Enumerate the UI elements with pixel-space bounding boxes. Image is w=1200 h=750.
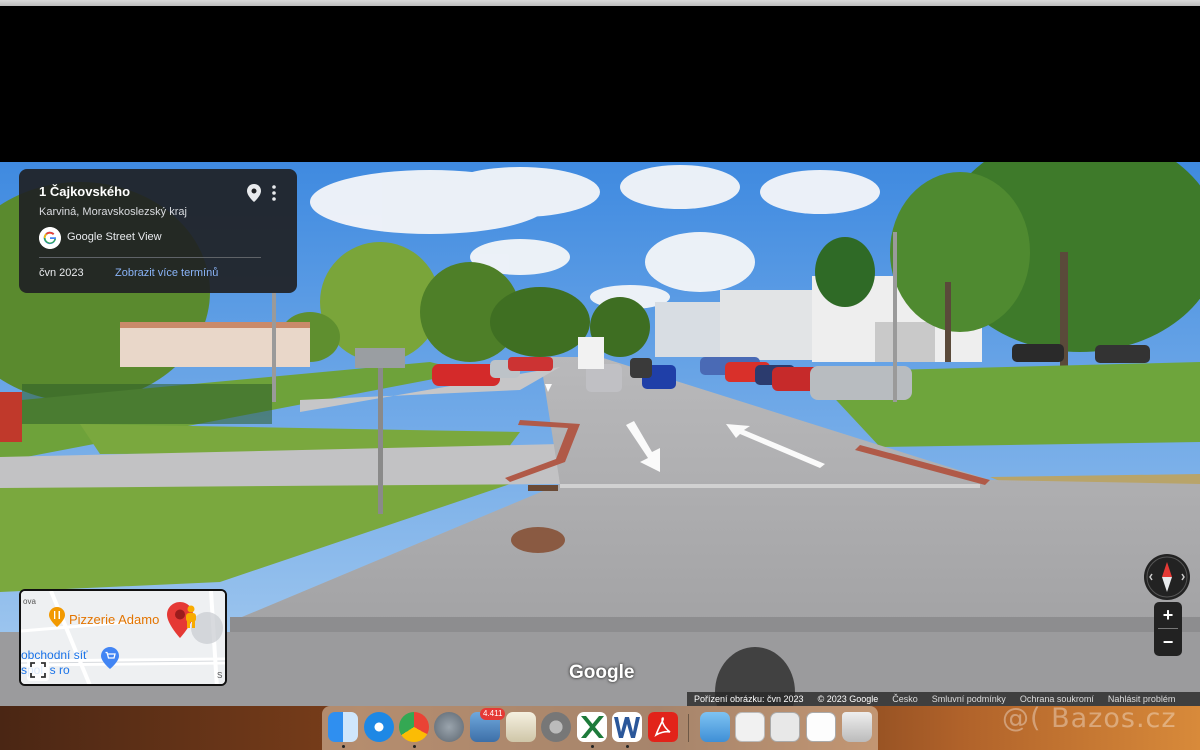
country-link[interactable]: Česko	[885, 694, 925, 704]
running-indicator	[413, 745, 416, 748]
copyright-text: © 2023 Google	[817, 694, 879, 704]
location-info-card: 1 Čajkovského Karviná, Moravskoslezský k…	[19, 169, 297, 293]
terms-link[interactable]: Smluvní podmínky	[925, 694, 1013, 704]
mail-badge: 4.411	[480, 708, 506, 720]
finder-icon[interactable]	[328, 712, 358, 742]
excel-icon[interactable]	[577, 712, 607, 742]
google-logo-icon	[39, 227, 61, 249]
running-indicator	[591, 745, 594, 748]
safari-icon[interactable]	[364, 712, 394, 742]
minimap-street-label: ova	[23, 597, 36, 606]
more-options-icon[interactable]	[269, 184, 279, 202]
compass-icon	[1146, 556, 1188, 598]
notes-icon[interactable]	[506, 712, 536, 742]
zoom-out-button[interactable]: −	[1154, 629, 1182, 655]
minimap[interactable]: ova S Pizzerie Adamo obchodní síť spol. …	[19, 589, 227, 686]
black-band	[0, 6, 1200, 162]
running-indicator	[626, 745, 629, 748]
dock-separator	[688, 714, 689, 742]
location-title: 1 Čajkovského	[39, 184, 131, 199]
location-pin-icon[interactable]	[247, 184, 261, 202]
trash-icon[interactable]	[842, 712, 872, 742]
capture-date-attribution: Pořízení obrázku: čvn 2023	[694, 694, 804, 704]
excel-glyph-icon	[581, 716, 604, 738]
shopping-cart-icon	[101, 647, 119, 669]
screenshot-stack-icon[interactable]	[770, 712, 800, 742]
system-preferences-icon[interactable]	[541, 712, 571, 742]
minimap-street-label-side: S	[217, 671, 223, 680]
launchpad-icon[interactable]	[434, 712, 464, 742]
acrobat-icon[interactable]	[648, 712, 678, 742]
word-glyph-icon	[614, 717, 640, 738]
macos-dock: 4.411	[322, 706, 878, 750]
restaurant-icon	[49, 607, 65, 627]
google-watermark: Google	[569, 662, 635, 683]
downloads-stack-icon[interactable]	[806, 712, 836, 742]
folder-icon[interactable]	[700, 712, 730, 742]
card-divider	[39, 257, 261, 258]
poi-pizzerie-adamo[interactable]: Pizzerie Adamo	[69, 612, 159, 627]
chrome-icon[interactable]	[399, 712, 429, 742]
acrobat-glyph-icon	[648, 712, 678, 742]
location-subtitle: Karviná, Moravskoslezský kraj	[39, 206, 187, 218]
document-stack-icon[interactable]	[735, 712, 765, 742]
word-icon[interactable]	[612, 712, 642, 742]
zoom-control: + −	[1154, 602, 1182, 656]
expand-map-icon[interactable]	[27, 659, 49, 681]
pegman-icon[interactable]	[183, 605, 199, 629]
street-view-brand: Google Street View	[67, 231, 162, 243]
capture-date: čvn 2023	[39, 267, 84, 279]
zoom-in-button[interactable]: +	[1154, 602, 1182, 628]
more-dates-link[interactable]: Zobrazit více termínů	[115, 267, 218, 279]
bazos-watermark: @( Bazos.cz	[1002, 703, 1177, 734]
running-indicator	[342, 745, 345, 748]
compass-button[interactable]	[1144, 554, 1190, 600]
